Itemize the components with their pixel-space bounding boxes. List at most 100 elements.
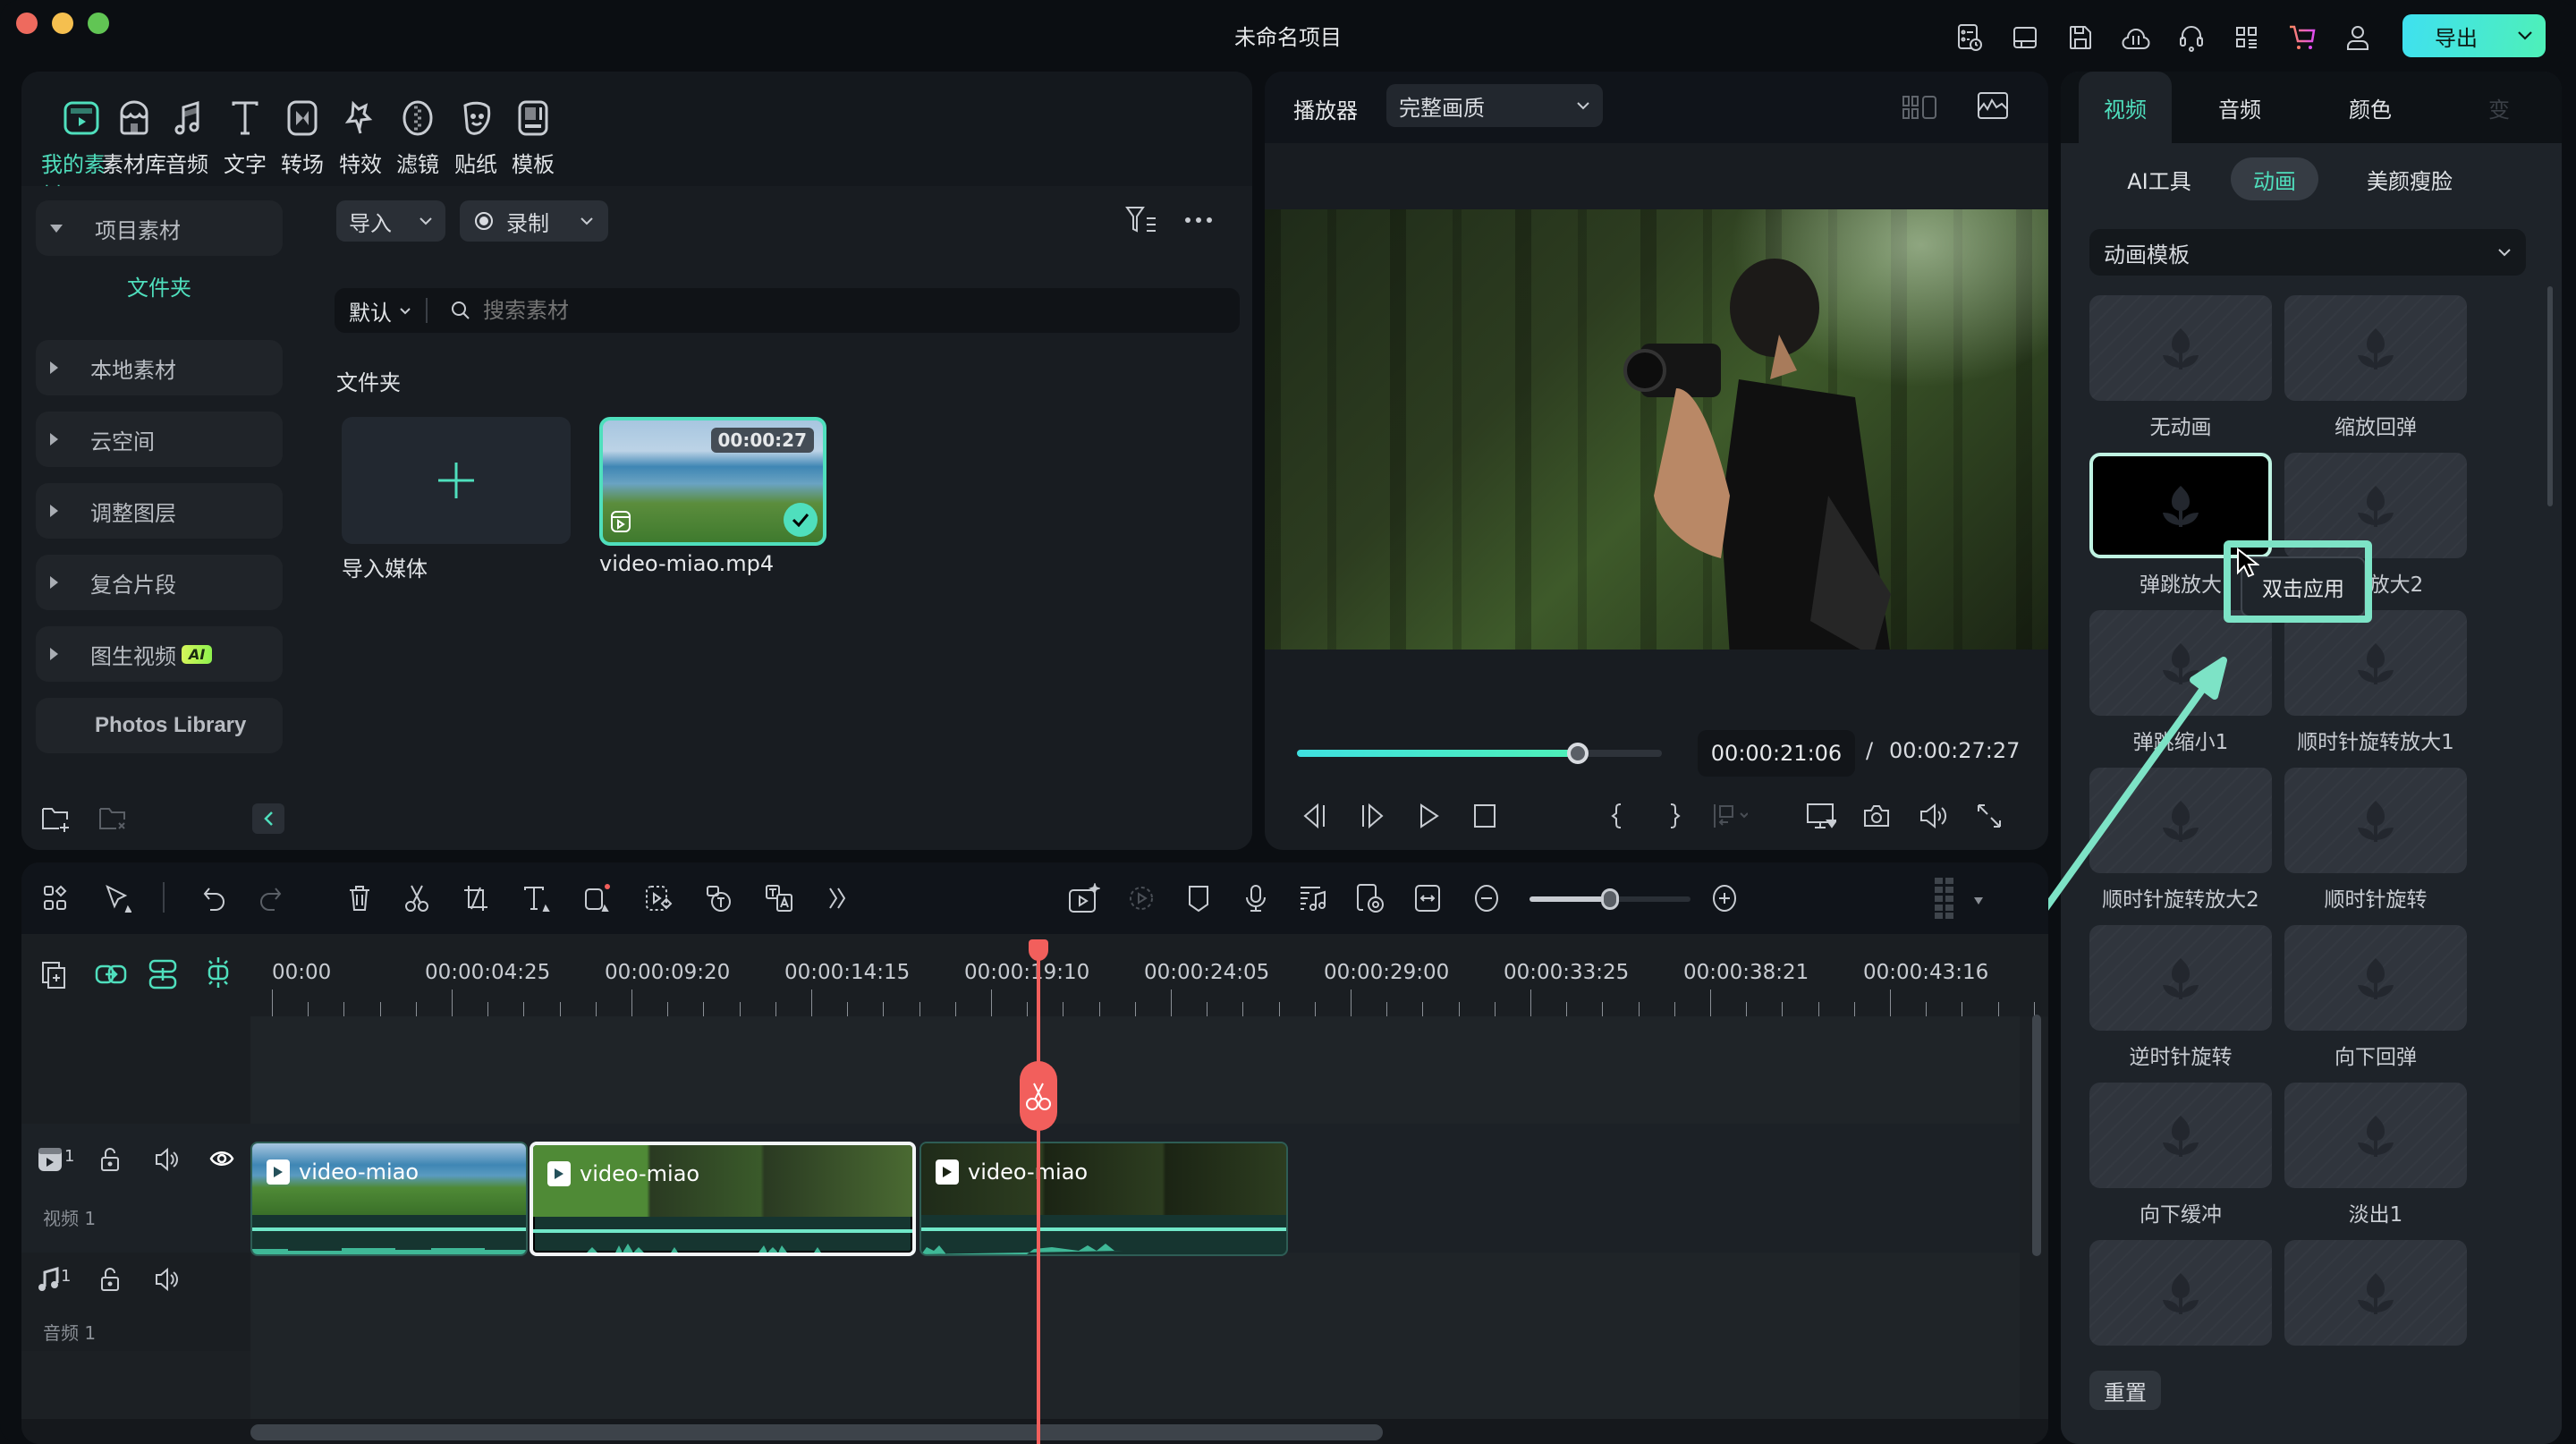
microphone-icon[interactable] <box>1238 880 1274 916</box>
ai-video-icon[interactable] <box>1066 880 1102 916</box>
ruler-tick <box>1207 1002 1208 1016</box>
translate-icon[interactable] <box>762 880 798 916</box>
ruler-tick <box>739 1002 741 1016</box>
split-at-playhead-button[interactable] <box>1020 1061 1057 1131</box>
volume-line <box>252 1227 526 1231</box>
video-clip-icon <box>267 1159 290 1185</box>
empty-track-header <box>21 1016 250 1124</box>
ruler-tick-label: 00:00:04:25 <box>425 961 551 984</box>
ruler-tick <box>703 1002 705 1016</box>
ruler-tick <box>991 990 992 1016</box>
ruler-tick-label: 00:00:38:21 <box>1683 961 1809 984</box>
select-tool-icon[interactable] <box>100 880 136 916</box>
ruler-tick <box>1602 1002 1604 1016</box>
ruler-tick <box>1351 990 1352 1016</box>
ruler-tick <box>308 1002 309 1016</box>
ruler-tick <box>1027 1002 1029 1016</box>
ruler-tick-label: 00:00:19:10 <box>964 961 1090 984</box>
video-track-header: 1 视频 1 <box>21 1124 250 1253</box>
track-index: 1 <box>61 1267 72 1286</box>
zoom-slider-handle[interactable] <box>1601 888 1619 910</box>
zoom-in-icon[interactable] <box>1707 880 1742 916</box>
split-scissors-icon[interactable] <box>399 880 435 916</box>
ruler-tick <box>559 1002 561 1016</box>
marker-icon[interactable] <box>1181 880 1216 916</box>
ruler-tick-label: 00:00:29:00 <box>1324 961 1450 984</box>
ruler-tick <box>1710 990 1711 1016</box>
track-mute-icon[interactable] <box>154 1147 179 1172</box>
timeline-ruler[interactable]: 00:00 00:00:04:25 00:00:09:20 00:00:14:15 00… <box>250 934 2048 1016</box>
zoom-out-icon[interactable] <box>1469 880 1504 916</box>
track-lock-icon[interactable] <box>100 1147 120 1172</box>
volume-line <box>921 1227 1286 1231</box>
app-window: 未命名项目 导出 我的素材 素材库 音频 文字 <box>0 0 2576 1444</box>
ruler-tick <box>1997 1002 1999 1016</box>
motion-tracking-icon[interactable] <box>1352 880 1388 916</box>
track-layout-dropdown-icon[interactable] <box>1973 896 1984 905</box>
clip-name: video-miao <box>580 1161 700 1186</box>
ruler-tick <box>1890 990 1891 1016</box>
mouse-cursor-icon <box>2237 548 2259 578</box>
ruler-tick-label: 00:00:24:05 <box>1144 961 1270 984</box>
more-tools-icon[interactable] <box>819 880 855 916</box>
ruler-tick <box>343 1002 345 1016</box>
magnetic-snap-icon[interactable] <box>148 959 177 990</box>
playhead[interactable] <box>1037 939 1040 1444</box>
ruler-tick-label: 00:00:43:16 <box>1863 961 1989 984</box>
track-lock-icon[interactable] <box>100 1267 120 1292</box>
ruler-tick <box>1422 1002 1424 1016</box>
ruler-tick <box>1746 1002 1748 1016</box>
scissors-icon <box>1026 1083 1051 1110</box>
clip-name: video-miao <box>299 1159 419 1185</box>
ruler-tick <box>1314 1002 1316 1016</box>
ruler-tick <box>1458 1002 1460 1016</box>
ruler-tick <box>1171 990 1172 1016</box>
auto-ripple-icon[interactable] <box>204 956 233 990</box>
track-index: 1 <box>64 1147 75 1166</box>
toolbar-divider <box>163 882 165 913</box>
timeline-clip-selected[interactable]: video-miao <box>530 1142 916 1256</box>
timeline-clip[interactable]: video-miao <box>250 1142 528 1256</box>
crop-icon[interactable] <box>458 880 494 916</box>
redo-icon[interactable] <box>252 880 288 916</box>
ruler-tick <box>1853 1002 1855 1016</box>
ruler-tick <box>452 990 453 1016</box>
multi-select-icon[interactable] <box>38 880 73 916</box>
ruler-tick <box>631 990 632 1016</box>
timeline-horizontal-scrollbar[interactable] <box>250 1424 1383 1440</box>
audio-stretch-icon[interactable] <box>1295 880 1331 916</box>
link-icon[interactable] <box>95 961 127 988</box>
fit-timeline-icon[interactable] <box>1410 880 1445 916</box>
auto-caption-icon[interactable] <box>701 880 737 916</box>
ruler-tick <box>883 1002 885 1016</box>
track-layout-icon[interactable] <box>1927 878 1962 919</box>
track-mute-icon[interactable] <box>154 1267 179 1292</box>
timeline-vertical-scrollbar[interactable] <box>2032 1015 2041 1256</box>
clip-name: video-miao <box>968 1159 1089 1185</box>
ruler-tick <box>415 1002 417 1016</box>
audio-waveform <box>587 1244 821 1253</box>
playhead-handle[interactable] <box>1029 939 1048 961</box>
undo-icon[interactable] <box>197 880 233 916</box>
timeline-clip[interactable]: video-miao <box>919 1142 1288 1256</box>
ruler-tick <box>847 1002 849 1016</box>
add-track-icon[interactable] <box>41 961 68 990</box>
ai-cutout-icon[interactable] <box>640 880 676 916</box>
delete-icon[interactable] <box>342 880 377 916</box>
audio-waveform <box>921 1244 1123 1254</box>
timeline-zoom-slider[interactable] <box>1530 888 1690 910</box>
shape-tool-icon[interactable] <box>580 880 615 916</box>
ruler-tick <box>487 1002 489 1016</box>
ruler-tick <box>1242 1002 1244 1016</box>
zoom-slider-fill <box>1530 896 1610 902</box>
render-preview-icon[interactable] <box>1123 880 1159 916</box>
ruler-tick <box>379 1002 381 1016</box>
track-visibility-icon[interactable] <box>209 1149 234 1168</box>
ruler-tick <box>595 1002 597 1016</box>
text-tool-icon[interactable] <box>519 880 555 916</box>
ruler-tick <box>811 990 812 1016</box>
ruler-tick <box>1674 1002 1675 1016</box>
ruler-tick <box>1134 1002 1136 1016</box>
ruler-tick <box>775 1002 776 1016</box>
ruler-tick <box>1782 1002 1784 1016</box>
